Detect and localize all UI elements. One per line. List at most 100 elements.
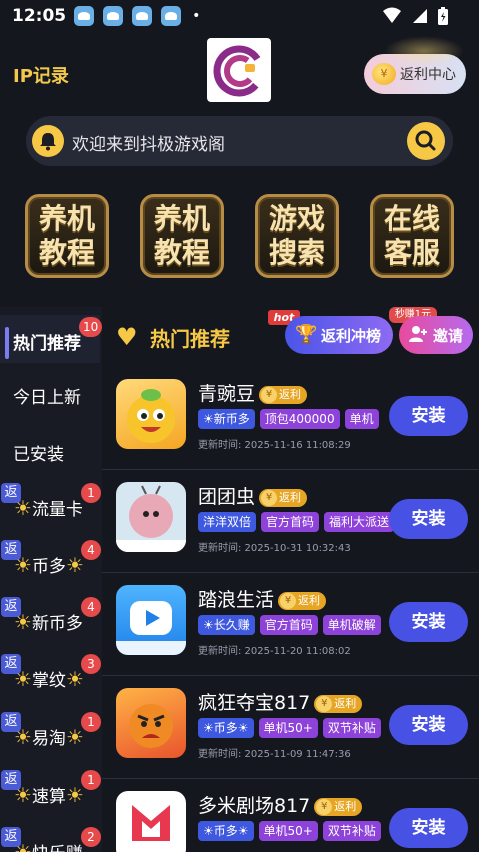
game-tag: 福利大派送 bbox=[324, 512, 395, 532]
sidebar-item-rebate[interactable]: 返 1 ☀速算☀ bbox=[0, 770, 102, 814]
sidebar-item-rebate[interactable]: 返 1 ☀流量卡 bbox=[0, 483, 102, 527]
coin-icon: ¥ bbox=[372, 63, 396, 85]
glow-decoration bbox=[384, 36, 464, 66]
battery-icon bbox=[438, 7, 448, 25]
signal-icon bbox=[383, 7, 401, 23]
sun-icon: ☀ bbox=[14, 496, 32, 520]
sidebar-item-rebate[interactable]: 返 2 ☀快乐赚 bbox=[0, 827, 102, 852]
quick-button-online-support[interactable]: 在线客服 bbox=[370, 194, 454, 278]
game-thumbnail bbox=[116, 482, 186, 552]
sidebar-item-label: 热门推荐 bbox=[13, 334, 81, 354]
app-notification-icon bbox=[132, 6, 153, 26]
rebate-badge: 返利 bbox=[314, 694, 363, 713]
install-button[interactable]: 安装 bbox=[389, 705, 468, 745]
search-icon bbox=[415, 130, 436, 151]
fluffy-bug-icon bbox=[116, 485, 186, 552]
sidebar-item-hot[interactable]: 热门推荐 10 bbox=[0, 315, 103, 363]
game-card[interactable]: 疯狂夺宝817返利 ☀币多☀单机50+双节补贴 更新时间: 2025-11-09… bbox=[102, 676, 479, 779]
invite-label: 邀请 bbox=[433, 326, 464, 345]
invite-button[interactable]: 邀请 bbox=[399, 316, 473, 354]
quick-button-label: 在线客服 bbox=[383, 202, 440, 269]
update-time: 更新时间: 2025-11-09 11:47:36 bbox=[198, 749, 351, 760]
pea-mascot-icon bbox=[127, 389, 175, 443]
quick-button-phone-tutorial[interactable]: 养机教程 bbox=[25, 194, 109, 278]
trophy-icon: 🏆 bbox=[295, 324, 318, 345]
app-notification-icon bbox=[161, 6, 182, 26]
app-notification-icon bbox=[103, 6, 124, 26]
game-card[interactable]: 青豌豆返利 ☀新币多顶包400000单机 更新时间: 2025-11-16 11… bbox=[102, 367, 479, 470]
install-button[interactable]: 安装 bbox=[389, 396, 468, 436]
sun-icon: ☀ bbox=[14, 553, 32, 577]
status-dot: • bbox=[192, 8, 201, 24]
sun-icon: ☀ bbox=[65, 553, 84, 577]
sidebar-item-rebate[interactable]: 返 1 ☀易淘☀ bbox=[0, 712, 102, 756]
brand-logo bbox=[207, 38, 271, 102]
status-bar: 12:05 • bbox=[0, 0, 479, 32]
search-button[interactable] bbox=[407, 122, 445, 160]
sidebar-rebate-label: ☀新币多 bbox=[14, 610, 83, 634]
install-button[interactable]: 安装 bbox=[389, 499, 468, 539]
sun-icon: ☀ bbox=[14, 725, 32, 749]
game-tag: ☀新币多 bbox=[198, 409, 255, 429]
tag-row: ☀新币多 顶包400000 单机 bbox=[198, 408, 398, 430]
game-tag: ☀币多☀ bbox=[198, 821, 254, 841]
sidebar-item-installed[interactable]: 已安装 bbox=[0, 432, 102, 472]
section-header: ♥ 热门推荐 hot 🏆 返利冲榜 秒赚1元 邀请 bbox=[102, 307, 479, 367]
game-tag: 官方首码 bbox=[261, 512, 320, 532]
drama-theater-icon bbox=[132, 805, 170, 841]
sidebar-item-rebate[interactable]: 返 3 ☀掌纹☀ bbox=[0, 654, 102, 698]
tag-row: 洋洋双倍 官方首码 福利大派送 bbox=[198, 511, 398, 533]
logo-mark-icon bbox=[213, 45, 265, 97]
game-tag: 单机破解 bbox=[322, 615, 381, 635]
angry-mascot-icon bbox=[129, 704, 173, 748]
sidebar-item-rebate[interactable]: 返 4 ☀新币多 bbox=[0, 597, 102, 641]
quick-button-grid: 养机教程 养机教程 游戏搜索 在线客服 bbox=[0, 194, 479, 280]
rebate-rank-label: 返利冲榜 bbox=[321, 326, 382, 345]
sidebar-rebate-label: ☀快乐赚 bbox=[14, 839, 83, 852]
welcome-search-bar[interactable]: 欢迎来到抖极游戏阁 bbox=[26, 116, 453, 166]
add-user-icon bbox=[407, 323, 429, 350]
count-badge: 4 bbox=[81, 540, 101, 560]
update-time: 更新时间: 2025-11-20 11:08:02 bbox=[198, 646, 351, 657]
sidebar-item-new-today[interactable]: 今日上新 bbox=[0, 375, 102, 415]
tag-row: ☀币多☀ 单机50+ 双节补贴 bbox=[198, 820, 398, 842]
quick-button-label: 养机教程 bbox=[153, 202, 210, 269]
welcome-text: 欢迎来到抖极游戏阁 bbox=[72, 135, 225, 155]
sidebar-rebate-label: ☀速算☀ bbox=[14, 783, 84, 807]
play-video-icon bbox=[116, 601, 186, 655]
game-name: 多米剧场817返利 bbox=[198, 791, 363, 818]
sidebar-item-rebate[interactable]: 返 4 ☀币多☀ bbox=[0, 540, 102, 584]
ip-record-link[interactable]: IP记录 bbox=[13, 62, 69, 88]
count-badge: 3 bbox=[81, 654, 101, 674]
game-tag: 单机50+ bbox=[258, 718, 318, 738]
rebate-badge: 返利 bbox=[278, 591, 327, 610]
game-name: 疯狂夺宝817返利 bbox=[198, 688, 363, 715]
sidebar-item-label: 已安装 bbox=[13, 445, 64, 465]
quick-button-game-search[interactable]: 游戏搜索 bbox=[255, 194, 339, 278]
game-card[interactable]: 踏浪生活返利 ☀长久赚官方首码单机破解 更新时间: 2025-11-20 11:… bbox=[102, 573, 479, 676]
sun-icon: ☀ bbox=[65, 667, 84, 691]
install-button[interactable]: 安装 bbox=[389, 808, 468, 848]
game-tag: 顶包400000 bbox=[259, 409, 340, 429]
rebate-badge: 返利 bbox=[259, 488, 308, 507]
count-badge: 4 bbox=[81, 597, 101, 617]
game-tag: 官方首码 bbox=[259, 615, 318, 635]
rebate-center-button[interactable]: ¥ 返利中心 bbox=[364, 36, 466, 94]
rebate-rank-button[interactable]: 🏆 返利冲榜 bbox=[285, 316, 393, 354]
cellular-icon bbox=[413, 9, 427, 23]
install-button[interactable]: 安装 bbox=[389, 602, 468, 642]
sidebar-rebate-label: ☀币多☀ bbox=[14, 553, 84, 577]
game-tag: 单机 bbox=[344, 409, 379, 429]
game-tag: ☀币多☀ bbox=[198, 718, 254, 738]
tag-row: ☀币多☀ 单机50+ 双节补贴 bbox=[198, 717, 398, 739]
section-title: 热门推荐 bbox=[150, 327, 230, 351]
sun-icon: ☀ bbox=[14, 783, 32, 807]
sun-icon: ☀ bbox=[14, 667, 32, 691]
quick-button-phone-tutorial-2[interactable]: 养机教程 bbox=[140, 194, 224, 278]
game-card[interactable]: 团团虫返利 洋洋双倍官方首码福利大派送 更新时间: 2025-10-31 10:… bbox=[102, 470, 479, 573]
sidebar-rebate-label: ☀流量卡 bbox=[14, 496, 83, 520]
game-card[interactable]: 多米剧场817返利 ☀币多☀单机50+双节补贴 安装 bbox=[102, 779, 479, 852]
bell-icon bbox=[32, 125, 64, 157]
sidebar-rebate-label: ☀易淘☀ bbox=[14, 725, 84, 749]
game-tag: 洋洋双倍 bbox=[198, 512, 257, 532]
